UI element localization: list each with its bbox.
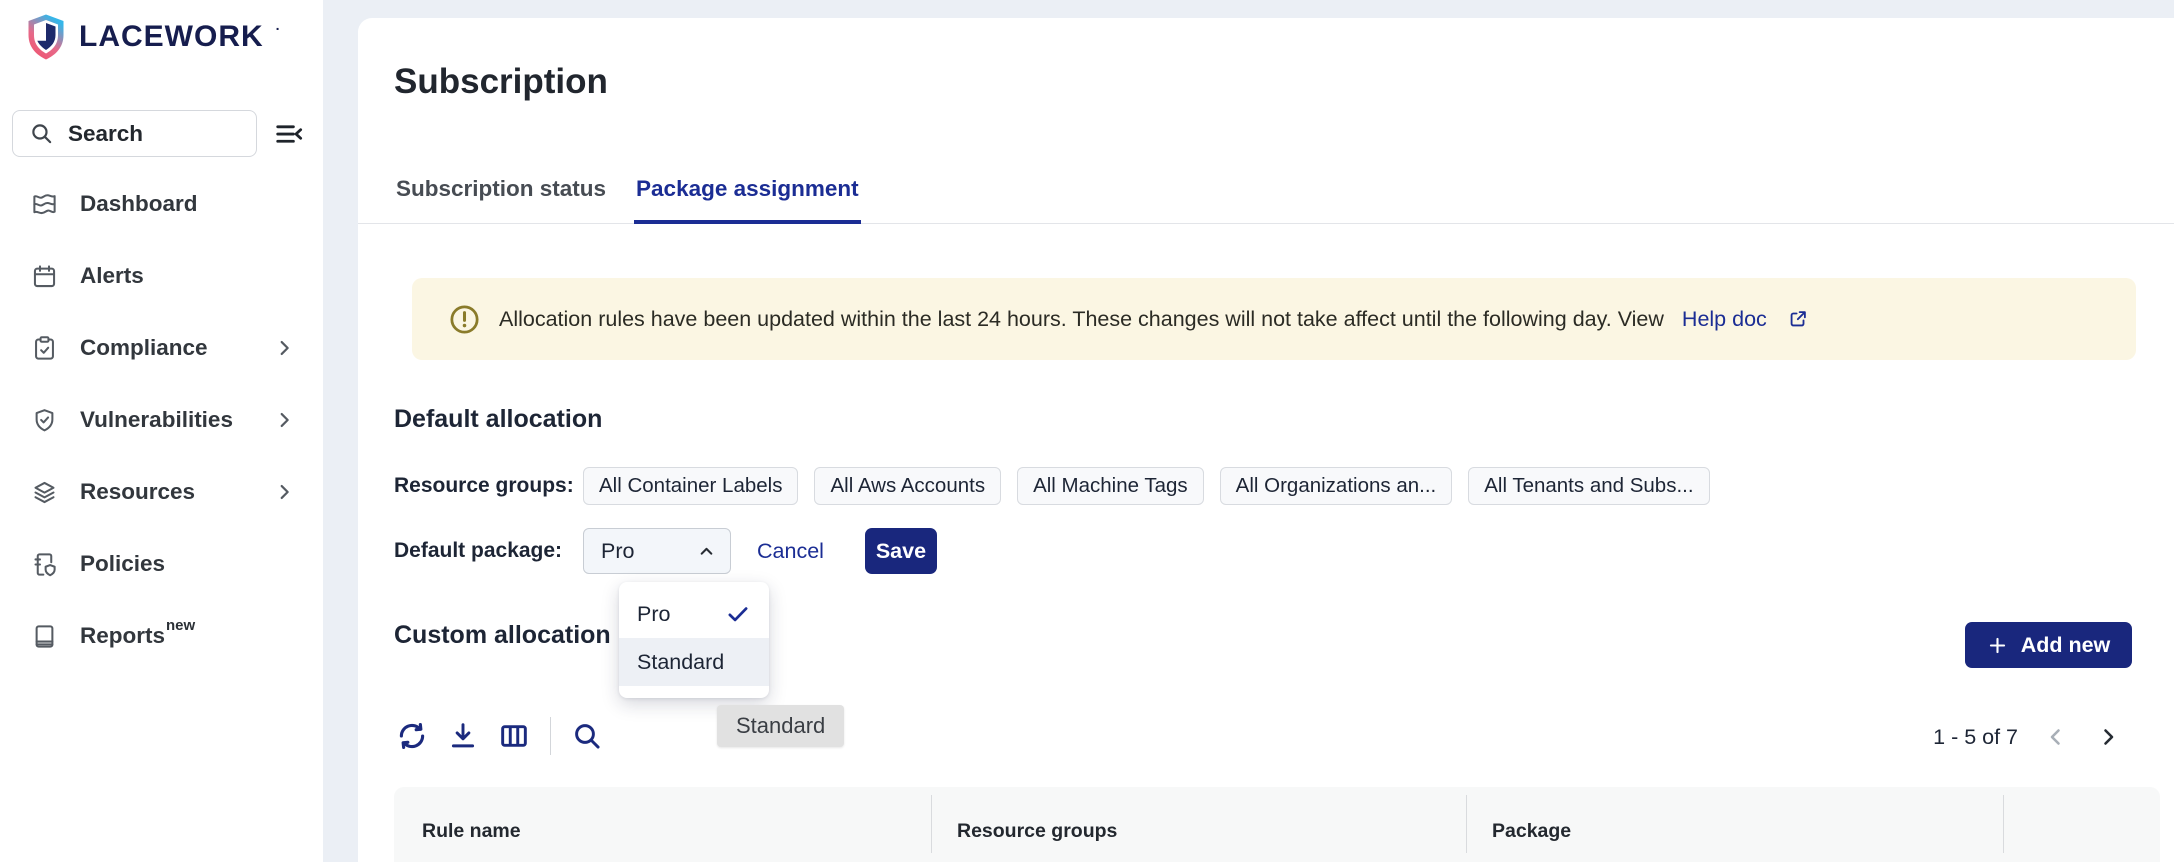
column-divider xyxy=(931,795,932,853)
columns-icon xyxy=(498,720,530,752)
chevron-right-icon xyxy=(273,409,295,431)
sidebar-item-dashboard[interactable]: Dashboard xyxy=(0,168,323,240)
resource-group-chip[interactable]: All Container Labels xyxy=(583,467,799,505)
columns-button[interactable] xyxy=(496,718,532,754)
chevron-right-icon xyxy=(273,337,295,359)
dropdown-option-standard[interactable]: Standard xyxy=(619,638,769,686)
default-package-row: Default package: Pro Cancel Save xyxy=(394,528,937,574)
external-link-icon[interactable] xyxy=(1787,308,1809,330)
resource-groups-row: Resource groups: All Container Labels Al… xyxy=(394,467,1710,505)
search-placeholder: Search xyxy=(68,120,144,146)
new-badge: new xyxy=(166,616,196,634)
resource-group-chip[interactable]: All Machine Tags xyxy=(1017,467,1204,505)
cancel-button[interactable]: Cancel xyxy=(757,539,824,564)
resources-icon xyxy=(30,478,58,506)
help-doc-link[interactable]: Help doc xyxy=(1682,307,1767,332)
sidebar-collapse-button[interactable] xyxy=(272,117,306,151)
dropdown-option-label: Standard xyxy=(637,649,725,674)
chevron-right-icon xyxy=(2096,725,2120,749)
alert-circle-icon xyxy=(448,303,481,336)
toolbar-divider xyxy=(550,717,551,755)
search-input[interactable]: Search xyxy=(12,110,257,157)
chevron-left-icon xyxy=(2044,725,2068,749)
sidebar-item-compliance[interactable]: Compliance xyxy=(0,312,323,384)
package-select[interactable]: Pro xyxy=(583,528,731,574)
sidebar-item-label: Reports xyxy=(80,623,166,648)
refresh-button[interactable] xyxy=(394,718,430,754)
sidebar: LACEWORK . Search Dashboard Alerts Compl… xyxy=(0,0,323,862)
package-dropdown-menu: Pro Standard xyxy=(619,582,769,698)
column-header-package: Package xyxy=(1492,820,1572,842)
lacework-shield-icon xyxy=(25,13,67,61)
sidebar-item-label: Dashboard xyxy=(80,191,198,216)
banner-message: Allocation rules have been updated withi… xyxy=(499,306,1664,331)
sidebar-item-label: Alerts xyxy=(80,263,144,288)
column-header-resource-groups: Resource groups xyxy=(957,820,1118,842)
download-button[interactable] xyxy=(445,718,481,754)
alert-banner: Allocation rules have been updated withi… xyxy=(412,278,2136,360)
compliance-icon xyxy=(30,334,58,362)
resource-group-chip[interactable]: All Tenants and Subs... xyxy=(1468,467,1710,505)
tab-bar: Subscription status Package assignment xyxy=(358,162,2174,224)
main-content: Subscription Subscription status Package… xyxy=(358,18,2174,862)
brand-trademark: . xyxy=(275,17,280,33)
brand-wordmark: LACEWORK xyxy=(79,20,264,53)
sidebar-item-label: Vulnerabilities xyxy=(80,407,233,432)
plus-icon xyxy=(1987,635,2008,656)
chevron-up-icon xyxy=(696,541,717,562)
default-package-label: Default package: xyxy=(394,539,563,562)
dropdown-option-pro[interactable]: Pro xyxy=(619,590,769,638)
page-title: Subscription xyxy=(394,62,608,101)
next-page-button[interactable] xyxy=(2094,723,2122,751)
resource-group-chips: All Container Labels All Aws Accounts Al… xyxy=(583,467,1710,505)
pagination: 1 - 5 of 7 xyxy=(1933,717,2122,757)
refresh-icon xyxy=(395,719,429,753)
resource-groups-label: Resource groups: xyxy=(394,474,574,497)
tab-subscription-status[interactable]: Subscription status xyxy=(394,162,608,224)
download-icon xyxy=(447,720,479,752)
pagination-range: 1 - 5 of 7 xyxy=(1933,724,2018,749)
tab-package-assignment[interactable]: Package assignment xyxy=(634,162,861,224)
dashboard-icon xyxy=(30,190,58,218)
custom-allocation-heading: Custom allocation xyxy=(394,621,611,649)
policies-icon xyxy=(30,550,58,578)
search-icon xyxy=(571,720,603,752)
sidebar-item-alerts[interactable]: Alerts xyxy=(0,240,323,312)
table-search-button[interactable] xyxy=(569,718,605,754)
check-icon xyxy=(725,601,751,627)
previous-page-button[interactable] xyxy=(2042,723,2070,751)
sidebar-nav: Dashboard Alerts Compliance Vulnerabilit… xyxy=(0,168,323,672)
add-new-button[interactable]: Add new xyxy=(1965,622,2132,668)
sidebar-item-label: Policies xyxy=(80,551,166,576)
reports-icon xyxy=(30,622,58,650)
sidebar-item-resources[interactable]: Resources xyxy=(0,456,323,528)
chevron-right-icon xyxy=(273,481,295,503)
brand-logo[interactable]: LACEWORK . xyxy=(25,13,280,61)
column-header-rule-name: Rule name xyxy=(422,820,521,842)
sidebar-item-reports[interactable]: Reports new xyxy=(0,600,323,672)
vulnerabilities-icon xyxy=(30,406,58,434)
sidebar-item-vulnerabilities[interactable]: Vulnerabilities xyxy=(0,384,323,456)
package-select-value: Pro xyxy=(601,538,635,563)
dropdown-option-label: Pro xyxy=(637,601,671,626)
add-new-label: Add new xyxy=(2020,632,2111,657)
table-toolbar xyxy=(394,717,605,755)
sidebar-item-label: Resources xyxy=(80,479,196,504)
column-divider xyxy=(1466,795,1467,853)
default-allocation-heading: Default allocation xyxy=(394,405,603,433)
column-divider xyxy=(2003,795,2004,853)
alerts-icon xyxy=(30,262,58,290)
resource-group-chip[interactable]: All Aws Accounts xyxy=(814,467,1002,505)
resource-group-chip[interactable]: All Organizations an... xyxy=(1219,467,1453,505)
save-button[interactable]: Save xyxy=(864,528,937,574)
standard-tooltip: Standard xyxy=(717,705,845,747)
sidebar-item-label: Compliance xyxy=(80,335,208,360)
collapse-sidebar-icon xyxy=(274,119,304,149)
sidebar-item-policies[interactable]: Policies xyxy=(0,528,323,600)
table-header: Rule name Resource groups Package xyxy=(394,787,2160,862)
search-icon xyxy=(29,121,54,146)
